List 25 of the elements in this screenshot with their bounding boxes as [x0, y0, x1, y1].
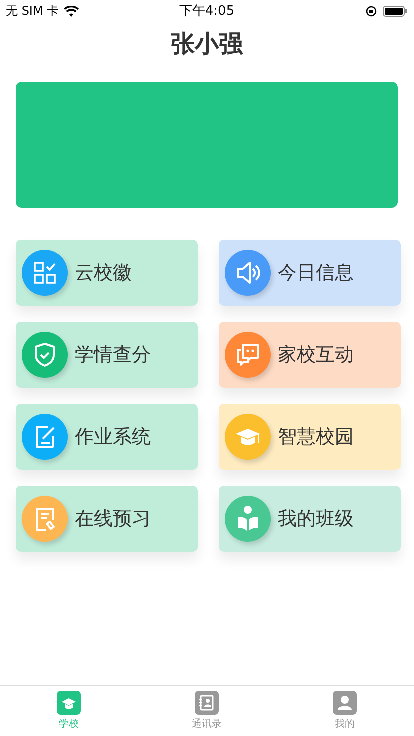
tile-label: 作业系统	[75, 425, 151, 450]
menu-tile[interactable]: 作业系统	[16, 404, 198, 470]
tile-label: 我的班级	[278, 507, 354, 532]
profile-icon	[333, 691, 357, 715]
tile-label: 云校徽	[75, 261, 132, 286]
menu-tile[interactable]: 今日信息	[219, 240, 401, 306]
tile-label: 在线预习	[75, 507, 151, 532]
tile-label: 家校互动	[278, 343, 354, 368]
school-icon	[57, 691, 81, 715]
rotation-lock-icon	[366, 6, 378, 16]
menu-tile[interactable]: 智慧校园	[219, 404, 401, 470]
wifi-icon	[64, 6, 80, 16]
contacts-icon	[195, 691, 219, 715]
battery-icon	[383, 6, 408, 16]
menu-tile[interactable]: 在线预习	[16, 486, 198, 552]
menu-tile[interactable]: 学情查分	[16, 322, 198, 388]
tile-label: 智慧校园	[278, 425, 354, 450]
carrier-text: 无 SIM 卡	[6, 2, 60, 20]
menu-tile[interactable]: 云校徽	[16, 240, 198, 306]
menu-tile[interactable]: 我的班级	[219, 486, 401, 552]
tile-label: 学情查分	[75, 343, 151, 368]
page-title: 张小强	[170, 29, 244, 60]
tile-label: 今日信息	[278, 261, 354, 286]
status-time: 下午4:05	[179, 3, 235, 20]
menu-tile[interactable]: 家校互动	[219, 322, 401, 388]
